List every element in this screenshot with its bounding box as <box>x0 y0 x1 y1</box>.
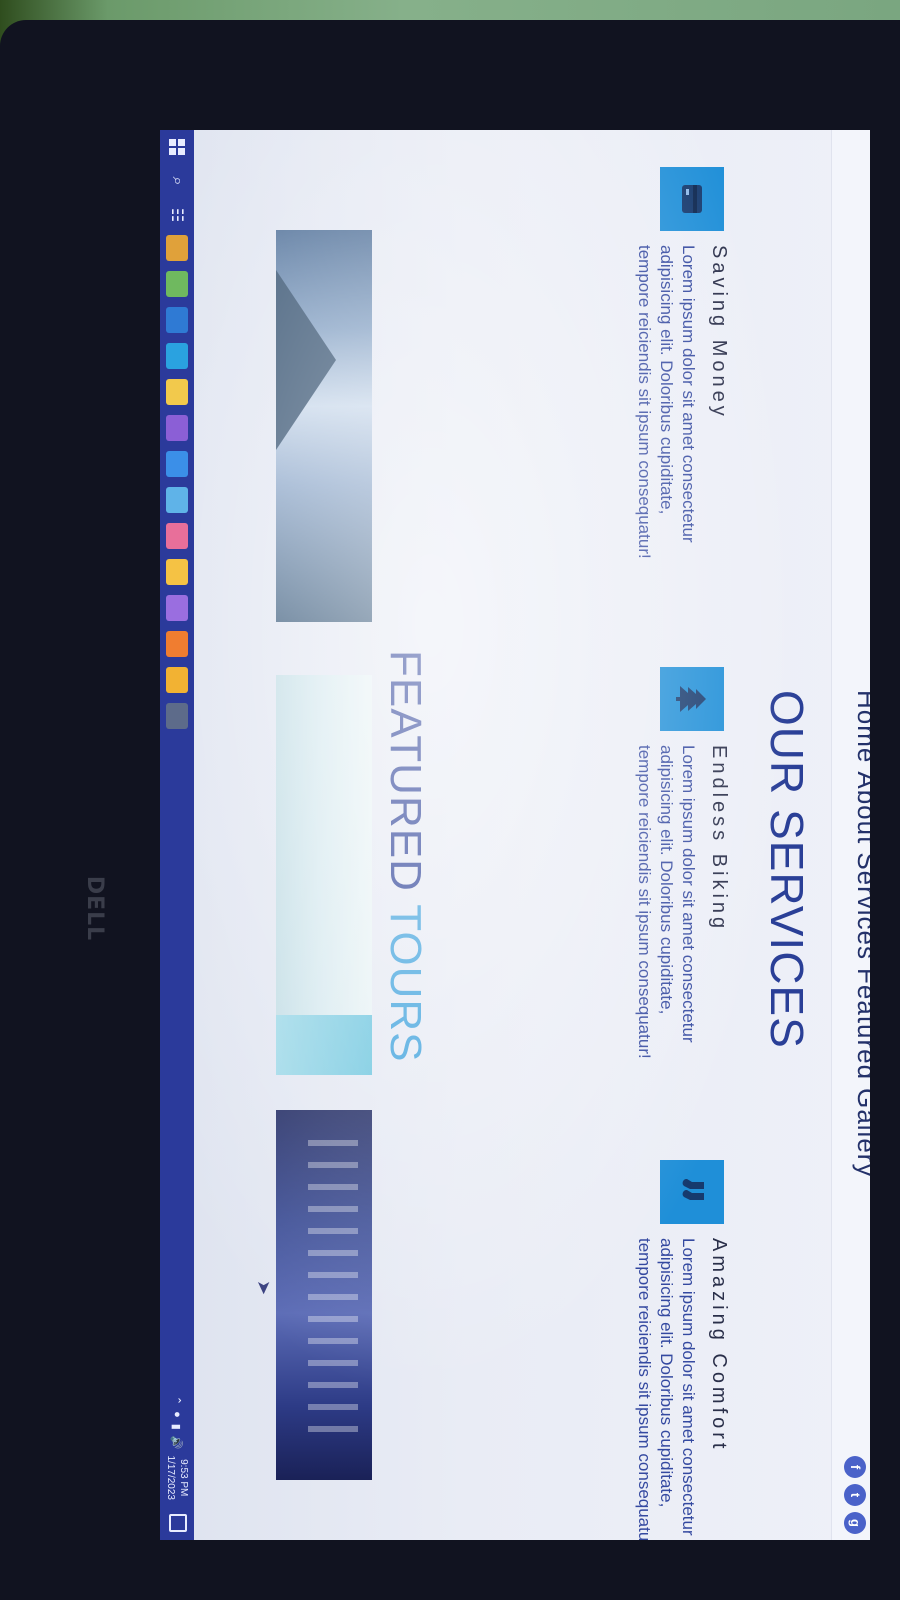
taskbar-apps <box>166 232 188 732</box>
settings-app-icon[interactable] <box>166 631 188 657</box>
top-navbar: Home About Services Featured Gallery f t… <box>831 130 870 1540</box>
edge-icon[interactable] <box>166 487 188 513</box>
service-title: Saving Money <box>708 245 730 420</box>
google-icon[interactable]: g <box>844 1512 866 1534</box>
file-explorer-icon[interactable] <box>166 379 188 405</box>
tour-image-mountain[interactable] <box>276 230 372 622</box>
mountain-shape <box>276 270 336 450</box>
paint-icon[interactable] <box>166 523 188 549</box>
web-page: Home About Services Featured Gallery f t… <box>194 130 870 1540</box>
teams-icon[interactable] <box>166 451 188 477</box>
facebook-icon[interactable]: f <box>844 1456 866 1478</box>
system-tray: ⌃ ● ▮ 🔊 9:53 PM 1/17/2023 <box>160 1396 194 1500</box>
social-links: f t g <box>844 1456 866 1534</box>
folder-icon[interactable] <box>166 559 188 585</box>
vscode-icon[interactable] <box>166 343 188 369</box>
service-saving-money: Saving Money Lorem ipsum dolor sit amet … <box>633 167 730 575</box>
services-heading: OUR SERVICES <box>761 690 813 1049</box>
volume-icon[interactable]: 🔊 <box>171 1436 184 1450</box>
notepad-icon[interactable] <box>166 271 188 297</box>
service-title: Endless Biking <box>708 745 730 933</box>
clock-date: 1/17/2023 <box>165 1455 176 1501</box>
sky-shape <box>276 1015 372 1075</box>
notification-icon[interactable] <box>169 1514 187 1532</box>
network-icon[interactable]: ● <box>171 1411 183 1418</box>
twitter-icon[interactable]: t <box>844 1484 866 1506</box>
nav-link-featured[interactable]: Featured <box>851 968 870 1080</box>
tree-icon <box>660 667 724 731</box>
nav-link-gallery[interactable]: Gallery <box>851 1088 870 1177</box>
mouse-cursor-icon: ➤ <box>254 1280 274 1296</box>
tour-image-city[interactable] <box>276 1110 372 1480</box>
service-title: Amazing Comfort <box>708 1238 730 1453</box>
taskbar-clock[interactable]: 9:53 PM 1/17/2023 <box>164 1456 190 1501</box>
chrome-icon[interactable] <box>166 235 188 261</box>
service-description: Lorem ipsum dolor sit amet consectetur a… <box>635 745 698 1059</box>
clock-time: 9:53 PM <box>178 1459 189 1497</box>
windows-taskbar: ⌕ ☷ ⌃ ● ▮ 🔊 9:53 PM 1/17/2023 <box>160 130 194 1540</box>
outlook-icon[interactable] <box>166 307 188 333</box>
nav-link-services[interactable]: Services <box>851 852 870 960</box>
socks-icon <box>660 1160 724 1224</box>
nav-link-about[interactable]: About <box>851 771 870 844</box>
start-button[interactable] <box>160 130 194 164</box>
service-description: Lorem ipsum dolor sit amet consectetur a… <box>635 1238 698 1540</box>
service-endless-biking: Endless Biking Lorem ipsum dolor sit ame… <box>633 667 730 1075</box>
task-view-icon[interactable]: ☷ <box>160 198 194 232</box>
featured-heading-word-1: FEATURED <box>381 650 430 892</box>
search-icon[interactable]: ⌕ <box>160 164 194 198</box>
featured-heading-word-2: TOURS <box>381 904 430 1063</box>
laptop-screen: Home About Services Featured Gallery f t… <box>160 130 870 1540</box>
tour-image-beach[interactable] <box>276 675 372 1075</box>
city-lights-shape <box>308 1140 358 1440</box>
nav-links: Home About Services Featured Gallery <box>851 690 870 1177</box>
service-description: Lorem ipsum dolor sit amet consectetur a… <box>635 245 698 559</box>
laptop-brand-logo: DELL <box>82 875 108 942</box>
credit-card-icon <box>660 167 724 231</box>
vs-purple-icon[interactable] <box>166 595 188 621</box>
chevron-up-icon[interactable]: ⌃ <box>171 1396 184 1405</box>
photos-icon[interactable] <box>166 703 188 729</box>
sticky-notes-icon[interactable] <box>166 667 188 693</box>
nav-link-home[interactable]: Home <box>851 690 870 763</box>
service-amazing-comfort: Amazing Comfort Lorem ipsum dolor sit am… <box>633 1160 730 1540</box>
battery-icon[interactable]: ▮ <box>171 1424 184 1430</box>
featured-heading: FEATURED TOURS <box>380 650 430 1063</box>
visual-studio-icon[interactable] <box>166 415 188 441</box>
